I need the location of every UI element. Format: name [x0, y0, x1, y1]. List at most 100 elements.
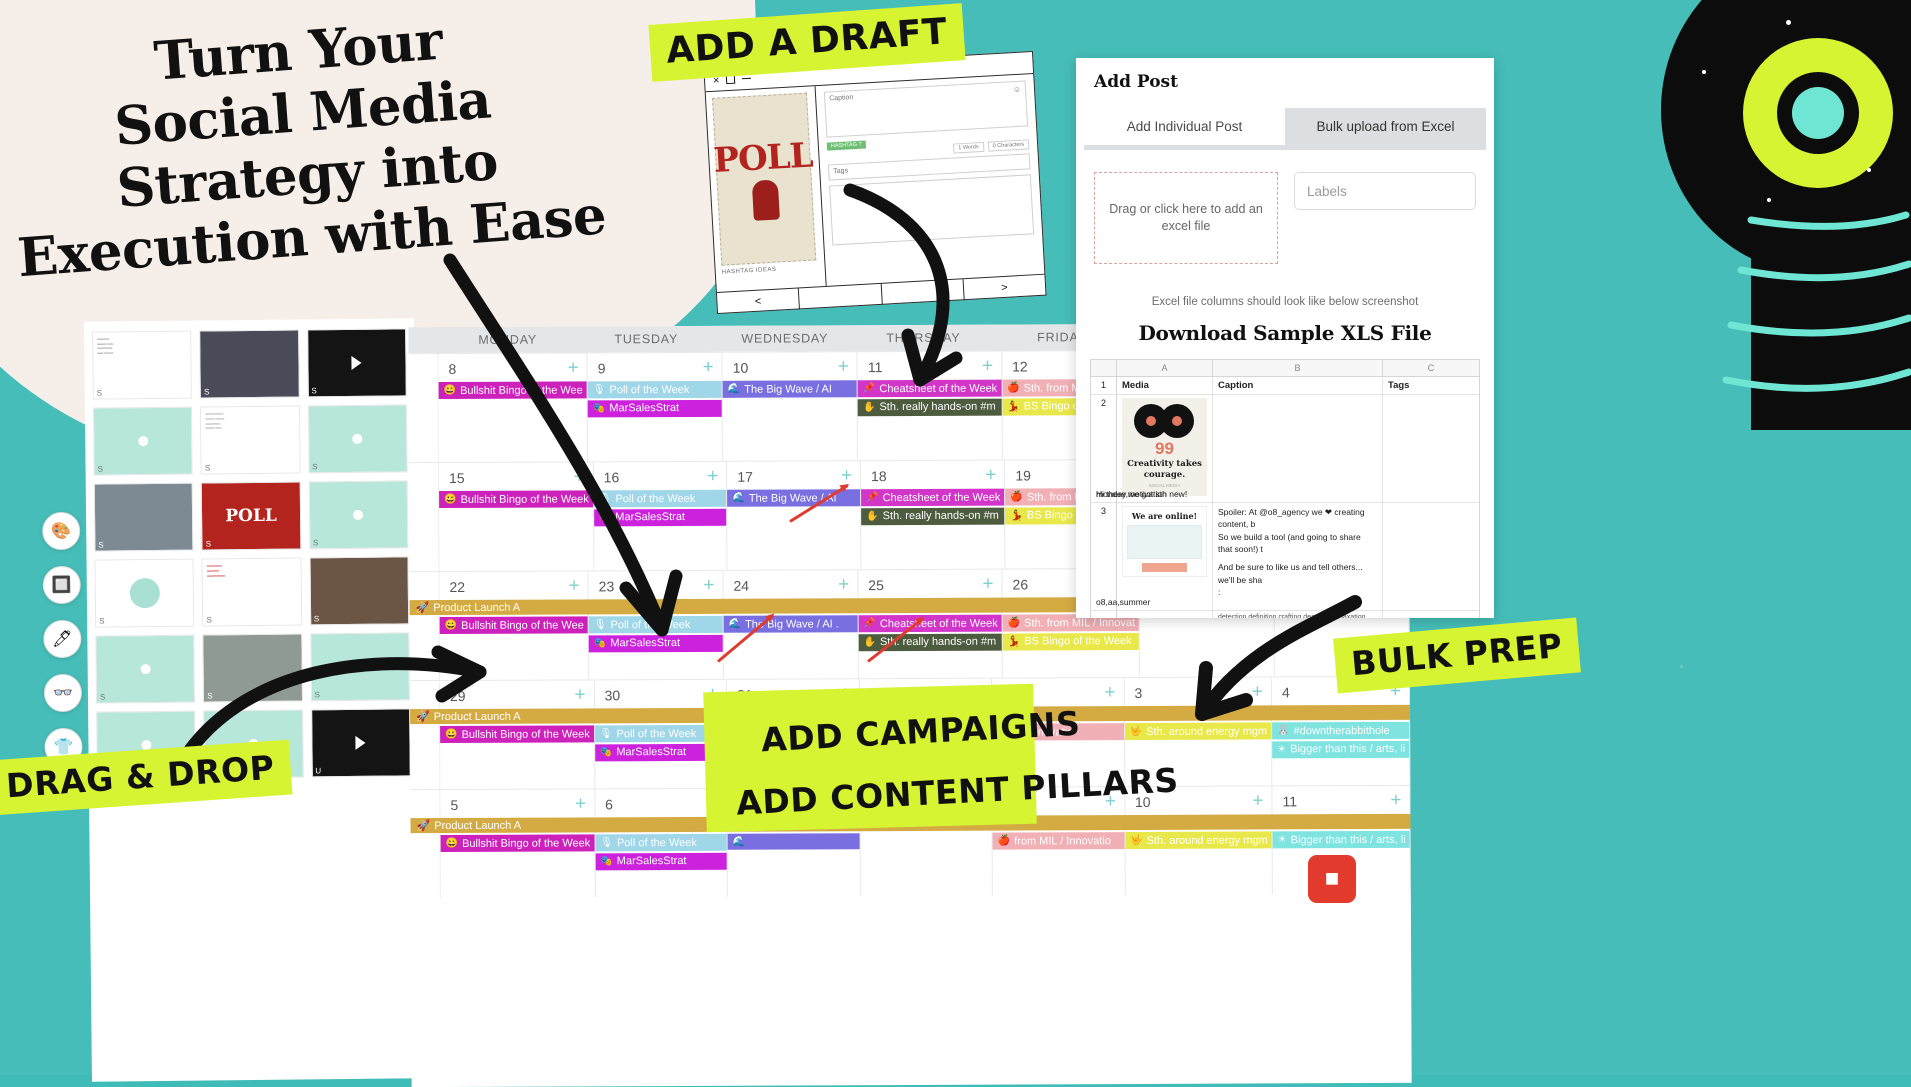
- calendar-day-cell[interactable]: 24 + 🌊 The Big Wave / AI .: [723, 570, 859, 679]
- calendar-event[interactable]: 🎭 MarSalesStrat: [595, 852, 727, 870]
- calendar-event[interactable]: 😀 Bullshit Bingo of the Wee: [438, 381, 587, 400]
- calendar-day-cell[interactable]: 22 + 😀 Bullshit Bingo of the Wee: [439, 571, 590, 681]
- tab-add-individual-post[interactable]: Add Individual Post: [1084, 108, 1285, 145]
- poll-word: POLL: [712, 135, 814, 181]
- calendar-day-cell[interactable]: 25 + 📌 Cheatsheet of the Week ✋ Sth. really h…: [858, 569, 1003, 679]
- calendar-event[interactable]: 😀 Bullshit Bingo of the Week: [440, 725, 594, 744]
- list-item[interactable]: S: [92, 406, 193, 476]
- calendar-event[interactable]: 🎙 Poll of the Week: [595, 833, 727, 852]
- extra-field[interactable]: [829, 174, 1035, 246]
- list-item[interactable]: U: [310, 708, 411, 778]
- calendar-event[interactable]: 🤟 Sth. around energy mgm: [1124, 722, 1272, 741]
- calendar-day-cell[interactable]: 10 + 🌊 The Big Wave / AI: [722, 352, 859, 461]
- calendar-event[interactable]: 📌 Cheatsheet of the Week: [861, 488, 1005, 507]
- add-post-plus-icon[interactable]: +: [985, 465, 996, 486]
- add-post-plus-icon[interactable]: +: [1104, 682, 1115, 703]
- download-sample-xls-link[interactable]: Download Sample XLS File: [1076, 321, 1494, 345]
- draft-media-column[interactable]: POLL HASHTAG IDEAS: [705, 86, 827, 292]
- list-item[interactable]: S: [309, 556, 410, 626]
- calendar-event[interactable]: 😀 Bullshit Bingo of the Week: [440, 834, 595, 853]
- add-post-plus-icon[interactable]: +: [568, 357, 579, 378]
- list-item[interactable]: S: [308, 480, 409, 550]
- calendar-event[interactable]: 🎙 Poll of the Week: [587, 380, 722, 399]
- calendar-event[interactable]: 🎙 Poll of the Week: [593, 489, 727, 508]
- add-post-plus-icon[interactable]: +: [982, 356, 993, 377]
- list-item[interactable]: ▬▬▬▬▬▬ ▬▬▬ ▬▬▬ ▬▬▬▬▬ ▬▬▬ ▬▬ S: [200, 405, 301, 475]
- add-post-plus-icon[interactable]: +: [707, 466, 718, 487]
- calendar-event[interactable]: 🌊 The Big Wave / AI .: [723, 615, 858, 633]
- add-post-plus-icon[interactable]: +: [574, 466, 585, 487]
- calendar-event[interactable]: ☀ Bigger than this / arts, li: [1272, 740, 1410, 758]
- list-item[interactable]: S: [94, 558, 195, 628]
- calendar-day-cell[interactable]: 18 + 📌 Cheatsheet of the Week ✋ Sth. really h…: [860, 460, 1006, 570]
- calendar-event[interactable]: 🌊 The Big Wave / AI: [722, 380, 857, 398]
- calendar-event[interactable]: 🎭 MarSalesStrat: [588, 634, 723, 652]
- list-item[interactable]: S: [309, 632, 411, 702]
- calendar-day-cell[interactable]: 23 + 🎙 Poll of the Week 🎭 MarSalesStrat: [588, 570, 724, 680]
- labels-input[interactable]: Labels: [1294, 172, 1476, 210]
- calendar-day-cell[interactable]: 29 + 😀 Bullshit Bingo of the Week: [439, 680, 596, 790]
- calendar-event[interactable]: 😀 Bullshit Bingo of the Wee: [439, 616, 588, 635]
- calendar-event[interactable]: 📌 Cheatsheet of the Week: [858, 614, 1002, 633]
- calendar-event[interactable]: 🤟 Sth. around energy mgm: [1125, 831, 1272, 850]
- calendar-event[interactable]: 📌 Cheatsheet of the Week: [857, 379, 1002, 398]
- list-item[interactable]: S: [307, 404, 408, 474]
- list-item[interactable]: S: [95, 634, 196, 704]
- calendar-event[interactable]: 🎭 MarSalesStrat: [587, 399, 722, 417]
- calendar-day-cell[interactable]: 16 + 🎙 Poll of the Week 🎭 MarSalesStrat: [593, 461, 728, 571]
- add-post-tabs[interactable]: Add Individual Post Bulk upload from Exc…: [1076, 108, 1494, 145]
- calendar-event[interactable]: 🎙 Poll of the Week: [588, 615, 723, 634]
- calendar-event[interactable]: ✋ Sth. really hands-on #m: [858, 633, 1002, 651]
- calendar-day-cell[interactable]: 11 + 📌 Cheatsheet of the Week ✋ Sth. really h…: [857, 351, 1003, 461]
- table-row: 3 We are online! Spoiler: At @o8_agency …: [1091, 503, 1479, 611]
- add-draft-modal[interactable]: × POLL HASHTAG IDEAS Caption ☺ HASHTAG ?…: [703, 50, 1047, 315]
- calendar-day-cell[interactable]: 15 + 😀 Bullshit Bingo of the Week: [438, 462, 595, 572]
- add-post-plus-icon[interactable]: +: [574, 684, 585, 705]
- add-post-panel[interactable]: Add Post Add Individual Post Bulk upload…: [1076, 58, 1494, 618]
- caption-field[interactable]: Caption ☺: [823, 80, 1029, 138]
- glasses-icon[interactable]: 👓: [43, 673, 83, 713]
- add-post-plus-icon[interactable]: +: [568, 575, 579, 596]
- list-item[interactable]: ▬▬▬▬ ▬▬▬ ▬▬ ▬▬▬▬▬ ▬▬ ▬▬▬ S: [92, 330, 193, 400]
- calendar-event[interactable]: ✋ Sth. really hands-on #m: [861, 507, 1005, 525]
- event-emoji-icon: 🍎: [997, 835, 1011, 847]
- calendar-event[interactable]: ✋ Sth. really hands-on #m: [857, 398, 1002, 416]
- calendar-event[interactable]: 🐰 #downtherabbithole: [1272, 721, 1410, 740]
- list-item[interactable]: S: [306, 328, 407, 398]
- calendar-event[interactable]: 😀 Bullshit Bingo of the Week: [439, 490, 593, 509]
- media-side-toolbar[interactable]: 🎨 🔲 🖊 👓 👕: [42, 511, 83, 782]
- calendar-event[interactable]: 🍎 from MIL / Innovatio: [992, 832, 1125, 850]
- add-post-plus-icon[interactable]: +: [1390, 790, 1401, 811]
- add-post-plus-icon[interactable]: +: [838, 574, 849, 595]
- calendar-day-cell[interactable]: 5 + 😀 Bullshit Bingo of the Week: [440, 789, 596, 899]
- list-item[interactable]: S: [93, 482, 194, 552]
- calendar-event[interactable]: 🌊: [727, 833, 860, 850]
- emoji-icon[interactable]: ☺: [1013, 85, 1022, 94]
- add-post-plus-icon[interactable]: +: [703, 575, 714, 596]
- tab-bulk-upload-from-excel[interactable]: Bulk upload from Excel: [1285, 108, 1486, 145]
- add-post-plus-icon[interactable]: +: [1252, 790, 1263, 811]
- calendar-day-cell[interactable]: 8 + 😀 Bullshit Bingo of the Wee: [438, 353, 589, 463]
- add-post-plus-icon[interactable]: +: [575, 793, 586, 814]
- pen-icon[interactable]: 🖊: [43, 619, 82, 659]
- grid-icon[interactable]: 🔲: [42, 565, 81, 605]
- calendar-day-cell[interactable]: 9 + 🎙 Poll of the Week 🎭 MarSalesStrat: [587, 352, 724, 462]
- record-fab-button[interactable]: ■: [1308, 855, 1356, 903]
- add-post-plus-icon[interactable]: +: [1252, 681, 1263, 702]
- list-item[interactable]: ▬▬▬▬▬ ▬▬▬▬ ▬▬▬▬▬▬ S: [201, 557, 302, 627]
- list-item[interactable]: S: [199, 329, 300, 399]
- add-post-plus-icon[interactable]: +: [982, 574, 993, 595]
- excel-dropzone[interactable]: Drag or click here to add an excel file: [1094, 172, 1278, 264]
- add-post-plus-icon[interactable]: +: [838, 356, 849, 377]
- add-post-plus-icon[interactable]: +: [703, 357, 714, 378]
- list-item[interactable]: S: [202, 633, 303, 703]
- poll-image-preview[interactable]: POLL: [712, 92, 817, 266]
- media-library-panel[interactable]: ▬▬▬▬ ▬▬▬ ▬▬ ▬▬▬▬▬ ▬▬ ▬▬▬ S S S S ▬▬▬▬▬▬ ▬▬▬ ▬…: [42, 318, 422, 1082]
- calendar-day-header: 23 +: [589, 571, 723, 600]
- calendar-event[interactable]: 🎭 MarSalesStrat: [593, 508, 727, 526]
- minimize-icon[interactable]: [742, 77, 752, 80]
- list-item[interactable]: POLL S: [201, 481, 302, 551]
- calendar-event[interactable]: ☀ Bigger than this / arts, li: [1272, 830, 1410, 849]
- palette-icon[interactable]: 🎨: [42, 511, 81, 551]
- calendar-event[interactable]: 💃BS Bingo of the Week: [1002, 632, 1140, 651]
